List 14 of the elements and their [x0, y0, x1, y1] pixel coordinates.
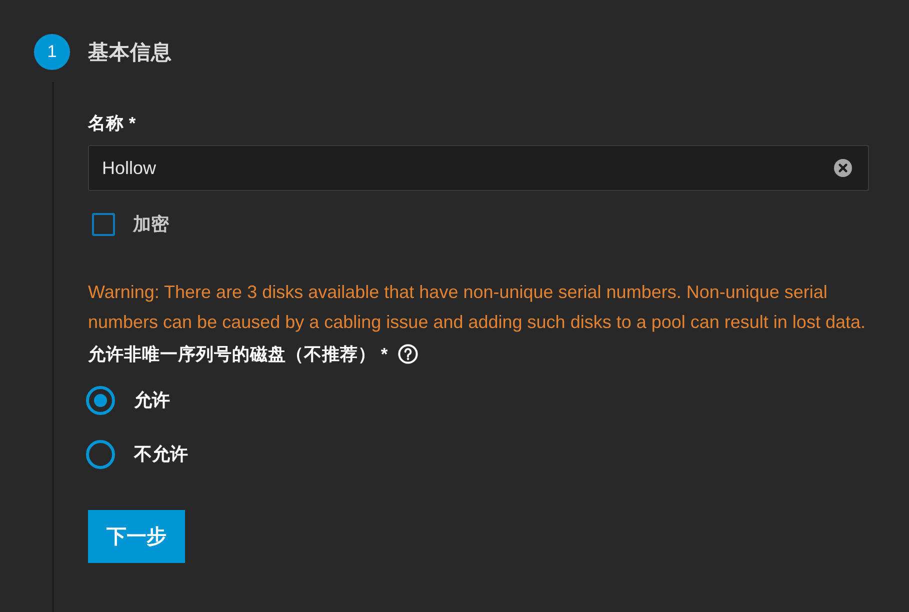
radio-button[interactable] — [86, 440, 115, 468]
help-icon[interactable] — [398, 344, 418, 364]
radio-button[interactable] — [86, 386, 115, 414]
radio-label: 不允许 — [134, 443, 188, 466]
radio-label: 允许 — [134, 389, 170, 412]
name-input-field[interactable]: Hollow — [88, 145, 869, 191]
encrypt-checkbox[interactable] — [92, 212, 115, 236]
checkbox-label: 加密 — [133, 213, 169, 236]
step-title: 基本信息 — [88, 40, 172, 66]
field-label: 名称 * — [88, 113, 136, 133]
clear-icon[interactable] — [834, 159, 852, 177]
warning-text: Warning: There are 3 disks available that have non-unique serial numbers. Non-unique serial numbers can be caused by a cabling issue and adding such disks to a pool can result in lost data. — [88, 281, 866, 334]
step-number: 1 — [34, 34, 70, 70]
field-label: 允许非唯一序列号的磁盘（不推荐） * — [88, 343, 388, 366]
